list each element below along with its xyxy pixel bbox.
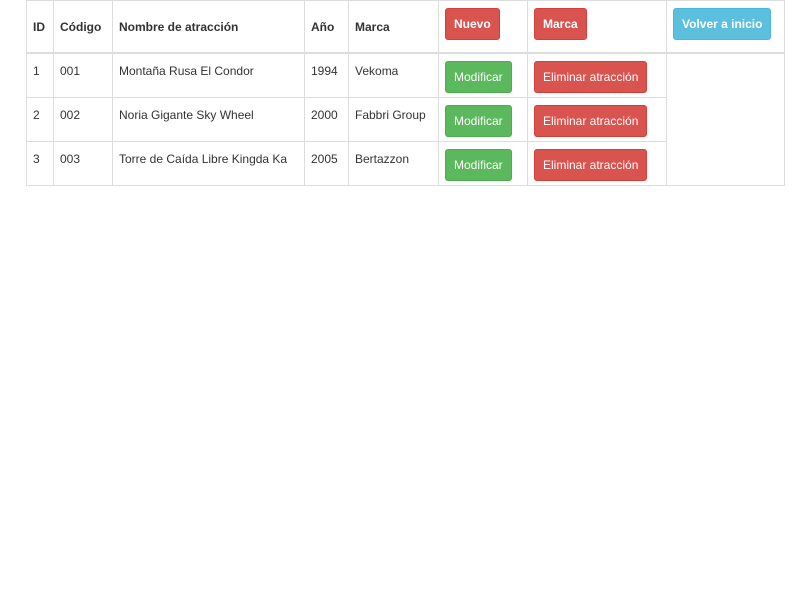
eliminar-atraccion-button[interactable]: Eliminar atracción (534, 148, 648, 181)
cell-modificar: Modificar (438, 96, 528, 142)
cell-empty (666, 52, 785, 186)
cell-id: 1 (26, 52, 54, 98)
marca-button[interactable]: Marca (534, 8, 587, 40)
cell-anio: 2000 (304, 96, 349, 142)
nuevo-button[interactable]: Nuevo (445, 8, 500, 40)
cell-anio: 1994 (304, 52, 349, 98)
cell-modificar: Modificar (438, 52, 528, 98)
cell-eliminar: Eliminar atracción (527, 52, 667, 98)
header-id: ID (26, 0, 54, 54)
header-codigo: Código (53, 0, 113, 54)
modificar-button[interactable]: Modificar (445, 61, 512, 93)
header-nombre: Nombre de atracción (112, 0, 305, 54)
cell-marca: Fabbri Group (348, 96, 439, 142)
cell-modificar: Modificar (438, 140, 528, 186)
cell-anio: 2005 (304, 140, 349, 186)
eliminar-atraccion-button[interactable]: Eliminar atracción (534, 61, 648, 93)
table-body: 1 001 Montaña Rusa El Condor 1994 Vekoma… (26, 52, 785, 186)
table-header: ID Código Nombre de atracción Año Marca … (26, 0, 785, 54)
cell-codigo: 002 (53, 96, 113, 142)
atracciones-table-container: ID Código Nombre de atracción Año Marca … (26, 0, 785, 186)
header-nuevo-cell: Nuevo (438, 0, 528, 54)
cell-codigo: 003 (53, 140, 113, 186)
volver-inicio-button[interactable]: Volver a inicio (673, 8, 772, 40)
cell-id: 2 (26, 96, 54, 142)
table-row: 1 001 Montaña Rusa El Condor 1994 Vekoma… (26, 52, 785, 186)
cell-codigo: 001 (53, 52, 113, 98)
cell-marca: Bertazzon (348, 140, 439, 186)
header-marca: Marca (348, 0, 439, 54)
cell-eliminar: Eliminar atracción (527, 96, 667, 142)
header-anio: Año (304, 0, 349, 54)
cell-marca: Vekoma (348, 52, 439, 98)
cell-nombre: Montaña Rusa El Condor (112, 52, 305, 98)
cell-nombre: Torre de Caída Libre Kingda Ka (112, 140, 305, 186)
modificar-button[interactable]: Modificar (445, 104, 512, 137)
cell-eliminar: Eliminar atracción (527, 140, 667, 186)
eliminar-atraccion-button[interactable]: Eliminar atracción (534, 104, 648, 137)
header-volver-cell: Volver a inicio (666, 0, 785, 54)
modificar-button[interactable]: Modificar (445, 148, 512, 181)
header-row: ID Código Nombre de atracción Año Marca … (26, 0, 785, 54)
cell-id: 3 (26, 140, 54, 186)
cell-nombre: Noria Gigante Sky Wheel (112, 96, 305, 142)
atracciones-table: ID Código Nombre de atracción Año Marca … (26, 0, 785, 186)
header-marca-button-cell: Marca (527, 0, 667, 54)
